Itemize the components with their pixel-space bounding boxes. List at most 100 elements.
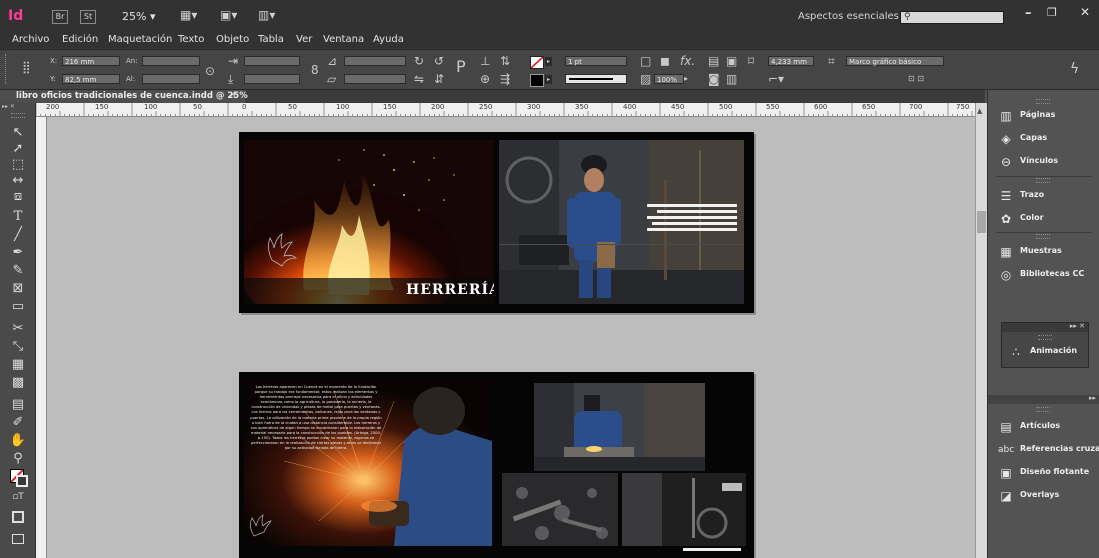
- document-tab[interactable]: libro oficios tradicionales de cuenca.in…: [0, 90, 248, 103]
- menu-tabla[interactable]: Tabla: [258, 34, 284, 45]
- collapse-tools-icon[interactable]: ▸▸ ✕: [2, 103, 15, 110]
- rotate-cw-icon[interactable]: ↻: [414, 54, 424, 68]
- panel-referencias-cruzadas[interactable]: abc Referencias cruzadas: [994, 441, 1099, 459]
- menu-ver[interactable]: Ver: [296, 34, 312, 45]
- stroke-type-dropdown[interactable]: [565, 74, 627, 84]
- animation-panel[interactable]: ▸▸ ✕ ∴ Animación: [1001, 322, 1089, 368]
- rectangle-frame-tool-icon[interactable]: ⊠: [9, 281, 27, 297]
- menu-ayuda[interactable]: Ayuda: [373, 34, 404, 45]
- panel-grip[interactable]: [5, 54, 10, 84]
- close-panel-icon[interactable]: ▸▸ ✕: [1070, 322, 1085, 330]
- shear-field[interactable]: [344, 74, 406, 84]
- scale-x-field[interactable]: [244, 56, 300, 66]
- opacity-dropdown-icon[interactable]: ▸: [684, 72, 688, 86]
- text-wrap-jump-icon[interactable]: ▥: [726, 72, 737, 86]
- pencil-tool-icon[interactable]: ✎: [9, 263, 27, 279]
- clear-overrides-icon[interactable]: ⊡ ⊡: [908, 72, 924, 86]
- stroke-weight-field[interactable]: 1 pt: [565, 56, 627, 66]
- constrain-proportions-icon[interactable]: ⊙: [205, 64, 215, 78]
- scroll-thumb[interactable]: [977, 211, 986, 233]
- panel-grip[interactable]: [1038, 335, 1052, 340]
- object-style-icon[interactable]: ⌗: [828, 54, 835, 68]
- workspace-switcher[interactable]: Aspectos esenciales ▾: [798, 11, 907, 22]
- workshop-photo[interactable]: [622, 473, 746, 546]
- fill-swatch[interactable]: [530, 56, 544, 69]
- content-collector-icon[interactable]: ⧈: [9, 189, 27, 205]
- spread-1[interactable]: HERRERÍA: [239, 132, 754, 313]
- pen-tool-icon[interactable]: ✒: [9, 245, 27, 261]
- select-next-icon[interactable]: ⇶: [500, 72, 510, 86]
- welder-photo[interactable]: [534, 383, 705, 471]
- eyedropper-tool-icon[interactable]: ✐: [9, 415, 27, 431]
- restore-button[interactable]: ❐: [1047, 6, 1057, 19]
- screen-mode-icon[interactable]: ▣▾: [220, 8, 237, 22]
- flip-horizontal-icon[interactable]: ⇋: [414, 72, 424, 86]
- type-tool-icon[interactable]: T: [9, 209, 27, 225]
- vertical-scrollbar[interactable]: ▲: [975, 103, 987, 558]
- spread-2[interactable]: Los herreros aparecen en Cuenca en el mo…: [239, 372, 754, 558]
- text-wrap-none-icon[interactable]: ▤: [708, 54, 719, 68]
- panel-vinculos[interactable]: ⊖ Vínculos: [994, 153, 1098, 171]
- zoom-tool-icon[interactable]: ⚲: [9, 451, 27, 467]
- rotation-field[interactable]: [344, 56, 406, 66]
- bridge-button[interactable]: Br: [52, 10, 68, 24]
- scroll-up-icon[interactable]: ▲: [977, 107, 982, 115]
- object-style-dropdown[interactable]: Marco gráfico básico: [846, 56, 944, 66]
- stroke-swatch[interactable]: [530, 74, 544, 87]
- panel-grip[interactable]: [1036, 234, 1050, 239]
- worker-photo[interactable]: Los herreros aparecen en Cuenca en el mo…: [244, 381, 492, 546]
- gap-field[interactable]: 4,233 mm: [768, 56, 814, 66]
- blacksmith-photo[interactable]: [499, 140, 744, 304]
- close-window-button[interactable]: ✕: [1080, 5, 1090, 19]
- proportions-lock-icon[interactable]: 8: [311, 63, 319, 77]
- opacity-field[interactable]: 100%: [654, 74, 684, 84]
- panel-animacion[interactable]: ∴ Animación: [1004, 343, 1099, 361]
- select-container-icon[interactable]: ⊥: [480, 54, 490, 68]
- effects-fx-icon[interactable]: fx.: [680, 54, 695, 68]
- direct-selection-tool-icon[interactable]: ➚: [9, 141, 27, 157]
- panel-grip[interactable]: [1036, 99, 1050, 104]
- panel-grip[interactable]: [1036, 407, 1050, 412]
- page-tool-icon[interactable]: ⬚: [9, 157, 27, 173]
- minimize-button[interactable]: –: [1025, 6, 1032, 21]
- help-search-input[interactable]: ⚲: [900, 11, 1004, 24]
- x-position-field[interactable]: 216 mm: [62, 56, 120, 66]
- hand-tool-icon[interactable]: ✋: [9, 433, 27, 449]
- rectangle-tool-icon[interactable]: ▭: [9, 299, 27, 315]
- panel-group-header[interactable]: ▸▸: [988, 394, 1099, 404]
- menu-objeto[interactable]: Objeto: [216, 34, 249, 45]
- reference-point-icon[interactable]: ⣿: [22, 60, 31, 74]
- panel-grip[interactable]: [1036, 178, 1050, 183]
- gradient-swatch-tool-icon[interactable]: ▦: [9, 357, 27, 373]
- panel-muestras[interactable]: ▦ Muestras: [994, 243, 1098, 261]
- width-field[interactable]: [142, 56, 200, 66]
- note-tool-icon[interactable]: ▤: [9, 397, 27, 413]
- pasteboard[interactable]: HERRERÍA Los herreros aparecen en Cuenca…: [47, 117, 975, 558]
- view-options-icon[interactable]: ▦▾: [180, 8, 197, 22]
- select-previous-icon[interactable]: ⊕: [480, 72, 490, 86]
- fill-effect-icon[interactable]: ◼: [660, 54, 670, 68]
- menu-maquetacion[interactable]: Maquetación: [108, 34, 172, 45]
- menu-archivo[interactable]: Archivo: [12, 34, 49, 45]
- menu-texto[interactable]: Texto: [178, 34, 204, 45]
- stroke-color-icon[interactable]: [16, 475, 28, 487]
- corner-shape-icon[interactable]: ⌐▾: [768, 72, 784, 86]
- line-tool-icon[interactable]: ╱: [9, 227, 27, 243]
- view-mode-icon[interactable]: [12, 511, 24, 523]
- floating-panel-header[interactable]: ▸▸ ✕: [1002, 322, 1088, 332]
- menu-ventana[interactable]: Ventana: [323, 34, 364, 45]
- formatting-affects-icon[interactable]: ▫T: [9, 489, 27, 505]
- panel-trazo[interactable]: ☰ Trazo: [994, 187, 1098, 205]
- fire-photo[interactable]: HERRERÍA: [244, 140, 494, 304]
- expand-panels-icon[interactable]: ▸▸: [1089, 394, 1096, 402]
- text-wrap-box-icon[interactable]: ▣: [726, 54, 737, 68]
- quick-apply-icon[interactable]: ϟ: [1070, 62, 1079, 76]
- selection-container-icon[interactable]: P: [456, 59, 466, 75]
- body-text-frame[interactable]: Los herreros aparecen en Cuenca en el mo…: [250, 385, 382, 451]
- rotate-ccw-icon[interactable]: ↺: [434, 54, 444, 68]
- scissors-tool-icon[interactable]: ✂: [9, 321, 27, 337]
- gradient-feather-tool-icon[interactable]: ▩: [9, 375, 27, 391]
- drop-shadow-icon[interactable]: □: [640, 54, 651, 68]
- panel-color[interactable]: ✿ Color: [994, 210, 1098, 228]
- arrange-documents-icon[interactable]: ▥▾: [258, 8, 275, 22]
